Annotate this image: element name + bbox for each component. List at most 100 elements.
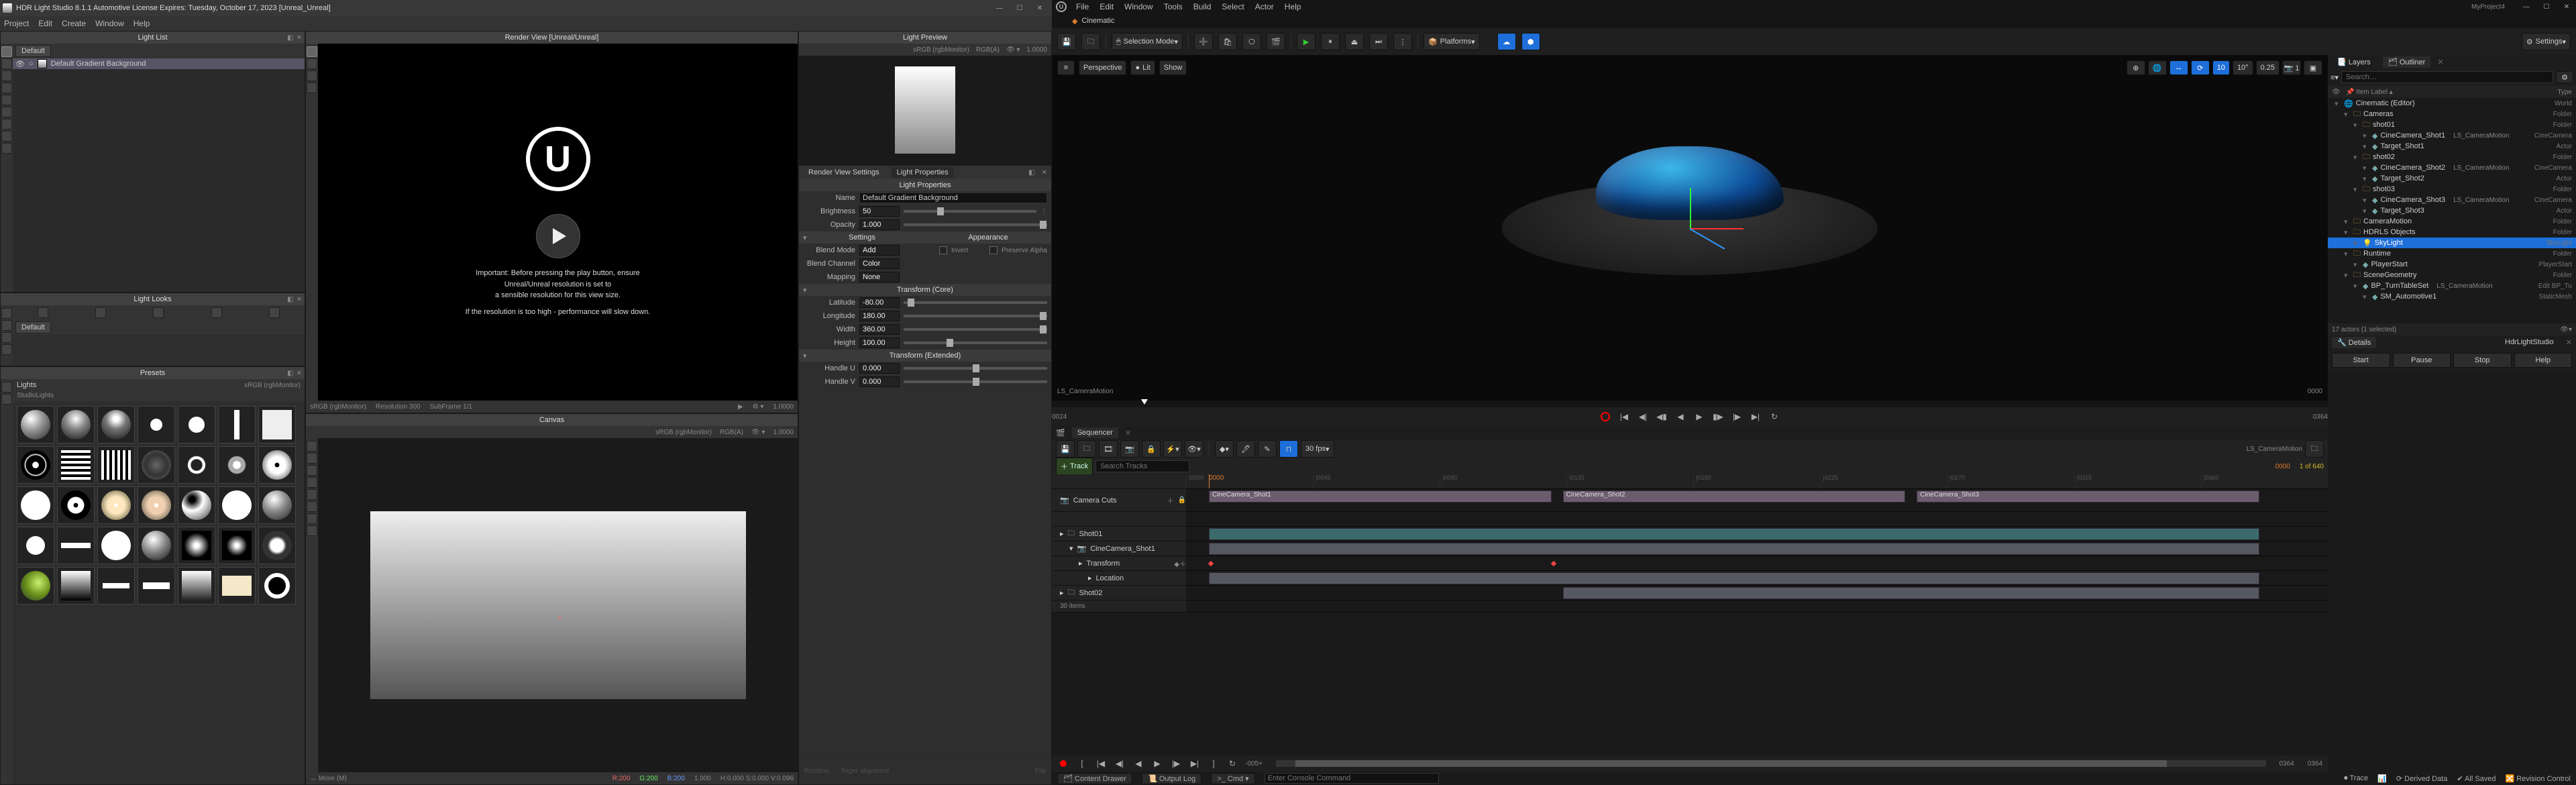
platforms-button[interactable]: 📦 Platforms ▾ (1424, 33, 1480, 50)
next-key-button[interactable]: |▶ (1731, 411, 1743, 423)
keyframe-icon[interactable] (1550, 561, 1556, 566)
close-button[interactable]: ✕ (1030, 2, 1049, 14)
chevron-down-icon[interactable]: ▾ (2353, 121, 2360, 129)
more-play-button[interactable]: ⋮ (1393, 33, 1412, 50)
content-drawer-button[interactable]: 🗂 Content Drawer (1057, 773, 1132, 784)
seq-breadcrumb-button[interactable]: 🗀 (2305, 440, 2324, 458)
seq-action-button[interactable]: ⚡▾ (1163, 440, 1182, 458)
clip[interactable]: CineCamera_Shot2 (1563, 490, 1906, 503)
key-icon[interactable]: ◆＋ (1174, 558, 1186, 568)
preset-item[interactable] (178, 527, 215, 564)
chevron-down-icon[interactable]: ▾ (2363, 207, 2369, 215)
outliner-row[interactable]: ▾◆SM_Automotive1StaticMesh (2328, 291, 2576, 302)
seq-play-button[interactable]: ▶ (1151, 757, 1163, 770)
rv-tool-b-icon[interactable] (307, 58, 317, 69)
tool-add-icon[interactable] (1, 58, 12, 69)
chevron-down-icon[interactable]: ▾ (2344, 217, 2351, 226)
preset-item[interactable] (178, 486, 215, 524)
canvas-eye-icon[interactable]: 👁 ▾ (751, 429, 765, 436)
selection-mode-button[interactable]: 🖱 Selection Mode ▾ (1112, 33, 1183, 50)
preset-item[interactable] (138, 486, 175, 524)
canvas-tool-a-icon[interactable] (307, 441, 317, 452)
appearance-header[interactable]: Appearance (925, 231, 1051, 244)
canvas-mode[interactable]: ↔ Move (M) (310, 775, 347, 782)
menu-project[interactable]: Project (4, 19, 29, 28)
preset-item[interactable] (258, 486, 296, 524)
lp-eye-icon[interactable]: 👁 ▾ (1006, 46, 1020, 54)
preset-item[interactable] (97, 527, 135, 564)
preset-tool-b-icon[interactable] (1, 394, 12, 405)
min-button[interactable]: — (990, 2, 1009, 14)
chevron-down-icon[interactable]: ▾ (2363, 293, 2369, 301)
brightness-slider[interactable] (904, 210, 1036, 213)
preset-item[interactable] (57, 406, 95, 443)
outliner-settings-button[interactable]: ⚙ (2556, 71, 2573, 83)
preset-item[interactable] (138, 567, 175, 605)
seq-name[interactable]: LS_CameraMotion (2247, 446, 2302, 453)
cloud-b-button[interactable]: ⬢ (1521, 33, 1540, 50)
hu-input[interactable]: 0.000 (859, 363, 900, 374)
outliner-row[interactable]: ▾🗀RuntimeFolder (2328, 248, 2576, 259)
seq-step-back-button[interactable]: ◀| (1114, 757, 1126, 770)
ue-close-button[interactable]: ✕ (2557, 1, 2576, 13)
stop-button[interactable]: ⏏ (1345, 33, 1364, 50)
hu-slider[interactable] (904, 367, 1047, 370)
add-button[interactable]: ➕ (1194, 33, 1213, 50)
opacity-slider[interactable] (904, 223, 1047, 226)
seq-goto-end-button[interactable]: ▶| (1189, 757, 1201, 770)
chevron-down-icon[interactable]: ▾ (2363, 196, 2369, 205)
menu-window[interactable]: Window (95, 19, 124, 28)
outliner-col-label[interactable]: 👁 📌 Item Label ▴ (2332, 89, 2393, 96)
prop-opacity-input[interactable]: 1.000 (859, 219, 900, 230)
seq-key-button[interactable]: ◆▾ (1215, 440, 1234, 458)
outliner-row[interactable]: ▾◆CineCamera_Shot3LS_CameraMotionCineCam… (2328, 195, 2576, 205)
prev-key-button[interactable]: ◀| (1637, 411, 1649, 423)
status-revision[interactable]: 🔀 Revision Control (2506, 774, 2571, 783)
preset-item[interactable] (17, 446, 54, 484)
pause-button[interactable]: ⏸ (1321, 33, 1340, 50)
viewport[interactable]: ≡ Perspective ● Lit Show ⊕ 🌐 ↔ ⟳ 10 10° … (1052, 55, 2328, 401)
timeline-scrub[interactable] (1052, 401, 2328, 407)
tool-more-icon[interactable] (1, 143, 12, 154)
preset-item[interactable] (138, 446, 175, 484)
clip[interactable]: CineCamera_Shot1 (1209, 490, 1552, 503)
sequencer-tab[interactable]: Sequencer (1072, 427, 1118, 438)
track-location[interactable]: ▸ Location (1052, 571, 1186, 586)
output-log-button[interactable]: 📜 Output Log (1142, 773, 1201, 784)
clip[interactable] (1209, 543, 2259, 555)
outliner-search-input[interactable] (2341, 71, 2553, 83)
track-lock-icon[interactable]: 🔒 (1178, 496, 1186, 504)
status-graph-icon[interactable]: 📊 (2377, 774, 2387, 783)
seq-play-rev-button[interactable]: ◀ (1132, 757, 1144, 770)
gizmo-x-axis[interactable] (1690, 228, 1743, 229)
canvas-tool-b-icon[interactable] (307, 453, 317, 464)
seq-save-button[interactable]: 💾 (1056, 440, 1075, 458)
add-track-button[interactable]: ＋ Track (1056, 458, 1093, 475)
outliner-row[interactable]: ▾◆CineCamera_Shot2LS_CameraMotionCineCam… (2328, 162, 2576, 173)
chevron-down-icon[interactable]: ▾ (2353, 185, 2360, 194)
preset-item[interactable] (97, 567, 135, 605)
loop-button[interactable]: ↻ (1768, 411, 1780, 423)
chevron-down-icon[interactable]: ▾ (2363, 142, 2369, 151)
menu-edit[interactable]: Edit (38, 19, 52, 28)
rv-tool-c-icon[interactable] (307, 70, 317, 81)
preset-item[interactable] (17, 406, 54, 443)
render-view[interactable]: Important: Before pressing the play butt… (318, 44, 798, 401)
canvas-colorspace[interactable]: sRGB (rgbMonitor) (655, 429, 712, 436)
preset-item[interactable] (97, 406, 135, 443)
ue-menu-edit[interactable]: Edit (1099, 2, 1114, 11)
step-fwd-button[interactable]: ▮▶ (1712, 411, 1724, 423)
status-derived[interactable]: ⟳ Derived Data (2396, 774, 2447, 783)
lp-exp[interactable]: 1.0000 (1026, 46, 1047, 54)
undock-icon[interactable]: ◧ (287, 34, 293, 42)
seq-step-fwd-button[interactable]: |▶ (1170, 757, 1182, 770)
preset-item[interactable] (218, 486, 256, 524)
prop-blendch-select[interactable]: Color (859, 258, 900, 269)
outliner-row[interactable]: ▾🗀SceneGeometryFolder (2328, 270, 2576, 280)
track-shot2[interactable]: ▸ 🗀 Shot02 (1052, 586, 1186, 600)
canvas-tool-d-icon[interactable] (307, 477, 317, 488)
gizmo-z-axis[interactable] (1690, 228, 1725, 250)
preset-item[interactable] (17, 486, 54, 524)
chevron-down-icon[interactable]: ▾ (2363, 164, 2369, 172)
playhead-icon[interactable] (1141, 399, 1148, 405)
